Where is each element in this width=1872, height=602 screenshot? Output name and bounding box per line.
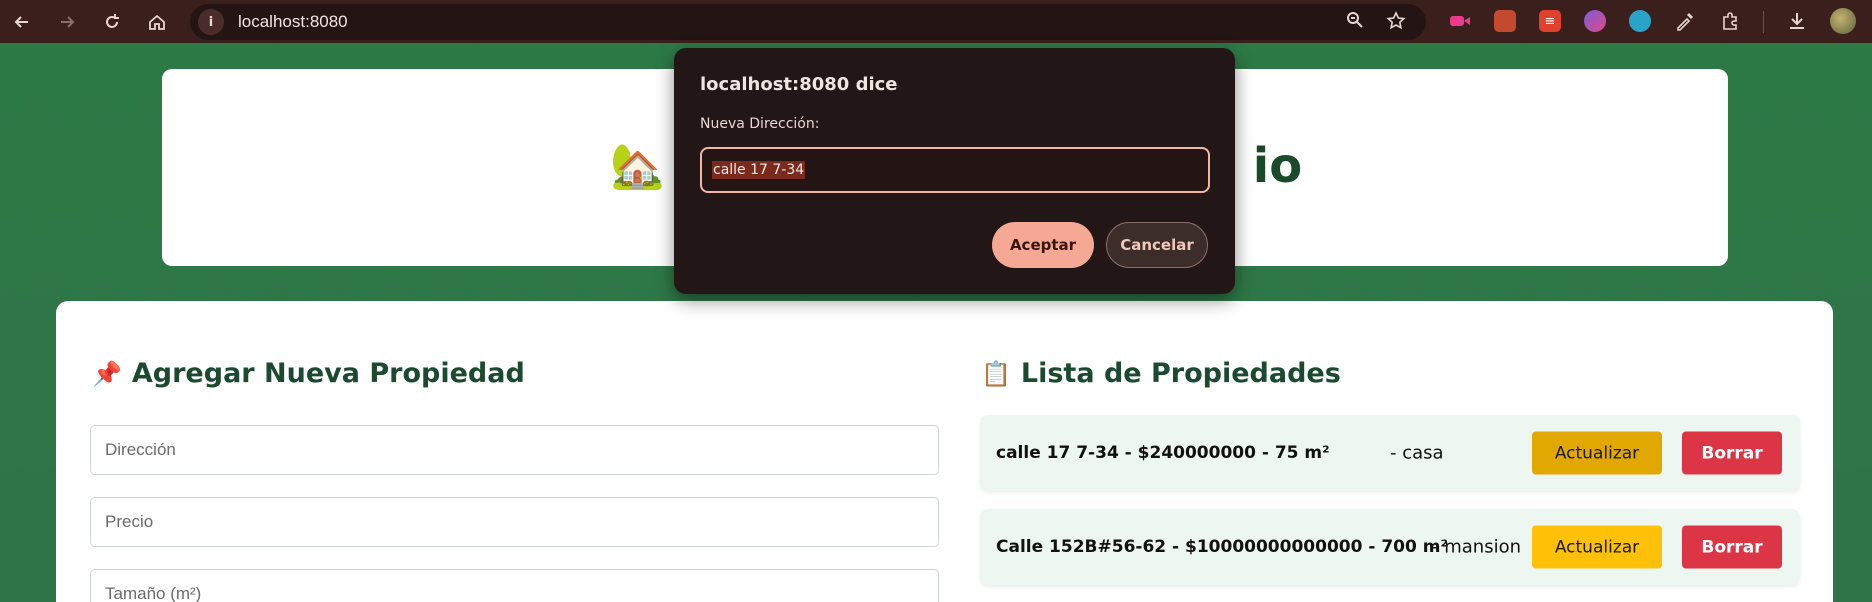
house-icon: 🏡	[610, 141, 665, 192]
list-title-text: Lista de Propiedades	[1020, 358, 1341, 389]
update-button[interactable]: Actualizar	[1532, 431, 1662, 475]
property-type: - casa	[1390, 442, 1444, 464]
reload-icon[interactable]	[98, 8, 126, 36]
dialog-message: Nueva Dirección:	[700, 116, 820, 132]
accept-button[interactable]: Aceptar	[992, 222, 1094, 268]
property-summary: calle 17 7-34 - $240000000 - 75 m²	[996, 443, 1330, 463]
extension-video-icon[interactable]	[1449, 10, 1471, 32]
title-visible-text: io	[1252, 138, 1303, 194]
cancel-button[interactable]: Cancelar	[1106, 222, 1208, 268]
extension-todoist-icon[interactable]: ≡	[1539, 10, 1561, 32]
delete-button[interactable]: Borrar	[1682, 431, 1782, 475]
size-input[interactable]	[90, 569, 939, 602]
bookmark-star-icon[interactable]	[1386, 11, 1406, 36]
property-row: calle 17 7-34 - $240000000 - 75 m² - cas…	[980, 415, 1800, 491]
price-input[interactable]	[90, 497, 939, 547]
dialog-title: localhost:8080 dice	[700, 74, 898, 95]
clipboard-icon: 📋	[981, 359, 1011, 388]
address-url: localhost:8080	[238, 12, 348, 31]
extension-robot-icon[interactable]	[1629, 10, 1651, 32]
profile-avatar[interactable]	[1830, 8, 1856, 34]
property-type: - mansion	[1432, 536, 1521, 558]
dialog-input-value: calle 17 7-34	[712, 161, 806, 179]
address-input[interactable]	[90, 425, 939, 475]
eyedropper-icon[interactable]	[1674, 10, 1696, 32]
back-icon[interactable]	[8, 8, 36, 36]
extension-book-icon[interactable]	[1494, 10, 1516, 32]
delete-button[interactable]: Borrar	[1682, 525, 1782, 569]
form-section-title: 📌 Agregar Nueva Propiedad	[92, 358, 525, 389]
toolbar-divider	[1763, 11, 1764, 33]
zoom-icon[interactable]	[1346, 11, 1364, 34]
site-info-icon[interactable]: i	[198, 9, 224, 35]
form-title-text: Agregar Nueva Propiedad	[131, 358, 525, 389]
address-bar[interactable]: i localhost:8080	[190, 4, 1426, 40]
browser-toolbar: i localhost:8080 ≡	[0, 0, 1872, 43]
home-icon[interactable]	[143, 8, 171, 36]
pushpin-icon: 📌	[92, 359, 122, 388]
download-icon[interactable]	[1786, 10, 1808, 32]
list-section-title: 📋 Lista de Propiedades	[981, 358, 1341, 389]
forward-icon[interactable]	[53, 8, 81, 36]
dialog-input[interactable]: calle 17 7-34	[700, 147, 1210, 193]
extension-brain-icon[interactable]	[1584, 10, 1606, 32]
update-button[interactable]: Actualizar	[1532, 525, 1662, 569]
property-row: Calle 152B#56-62 - $10000000000000 - 700…	[980, 509, 1800, 585]
prompt-dialog: localhost:8080 dice Nueva Dirección: cal…	[674, 48, 1235, 294]
property-summary: Calle 152B#56-62 - $10000000000000 - 700…	[996, 537, 1448, 557]
extensions-puzzle-icon[interactable]	[1719, 10, 1741, 32]
